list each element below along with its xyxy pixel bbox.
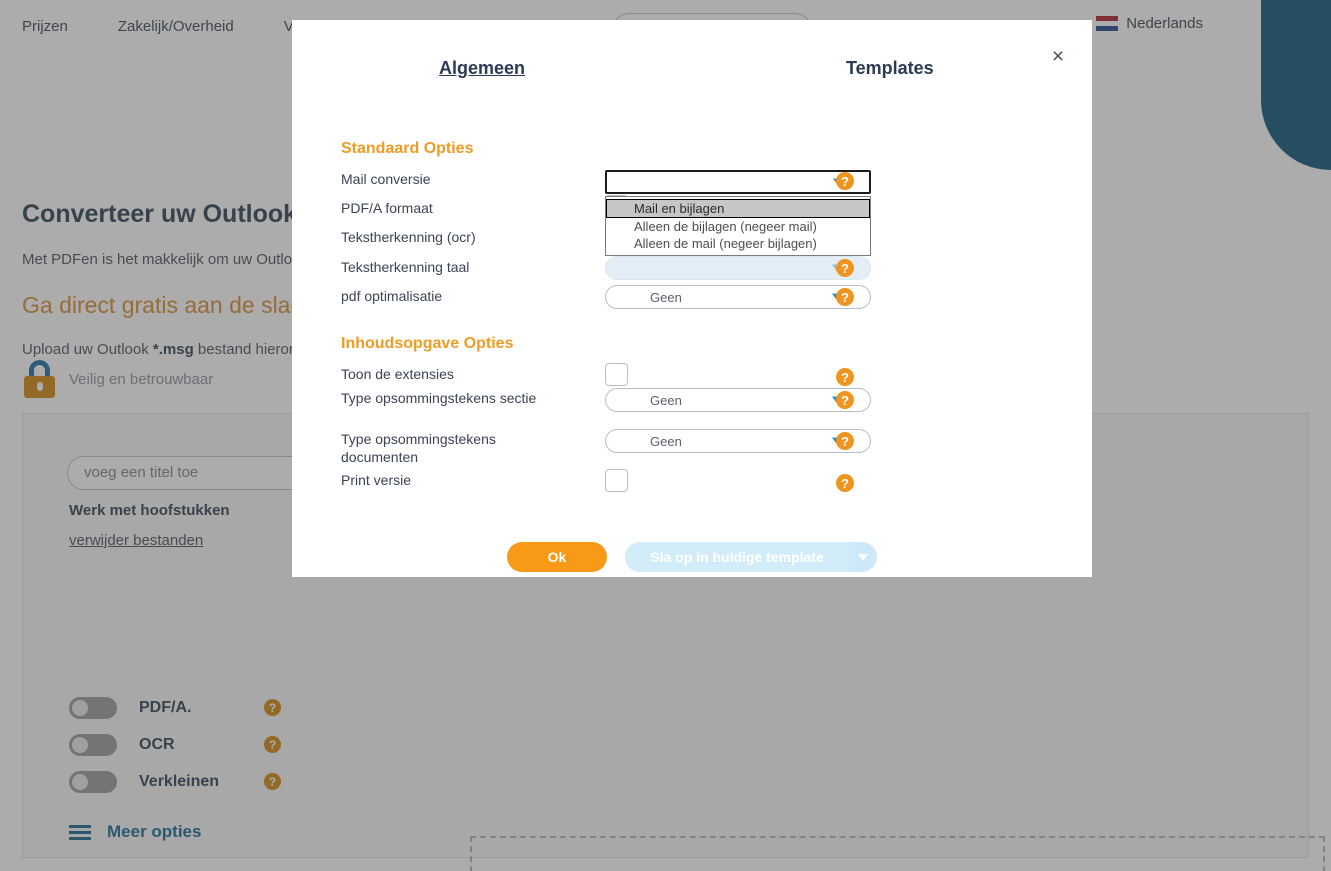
section-heading-inhoudsopgave-opties: Inhoudsopgave Opties — [341, 335, 514, 352]
label-mail-conversie: Mail conversie — [341, 171, 431, 187]
help-icon-mail-conversie[interactable]: ? — [836, 172, 854, 190]
control-opsommingstekens-sectie[interactable]: Geen — [605, 388, 871, 412]
help-icon-pdf-optimalisatie[interactable]: ? — [836, 288, 854, 306]
help-icon-opsommingstekens-sectie[interactable]: ? — [836, 391, 854, 409]
help-icon-opsommingstekens-documenten[interactable]: ? — [836, 432, 854, 450]
close-icon[interactable]: × — [1046, 44, 1070, 68]
label-opsommingstekens-documenten: Type opsommingstekens documenten — [341, 431, 496, 465]
control-print-versie[interactable] — [605, 469, 628, 492]
label-pdfa-formaat: PDF/A formaat — [341, 200, 433, 216]
tab-algemeen[interactable]: Algemeen — [439, 58, 525, 79]
settings-modal: × Algemeen Templates Standaard Opties Ma… — [292, 20, 1092, 577]
tab-templates[interactable]: Templates — [846, 58, 934, 79]
control-tekstherkenning-taal[interactable] — [605, 256, 871, 280]
control-opsommingstekens-documenten[interactable]: Geen — [605, 429, 871, 453]
label-tekstherkenning-taal: Tekstherkenning taal — [341, 259, 470, 275]
modal-footer-buttons: Ok Sla op in huidige template — [292, 542, 1092, 572]
save-template-button[interactable]: Sla op in huidige template — [625, 542, 849, 572]
help-icon-tekstherkenning-taal[interactable]: ? — [836, 259, 854, 277]
select-pdf-optimalisatie[interactable]: Geen — [605, 285, 871, 309]
label-toon-de-extensies: Toon de extensies — [341, 366, 454, 382]
save-template-dropdown-toggle[interactable] — [849, 542, 877, 572]
save-template-group[interactable]: Sla op in huidige template — [625, 542, 877, 572]
chevron-down-icon — [858, 553, 868, 561]
control-pdf-optimalisatie[interactable]: Geen — [605, 285, 871, 309]
select-option[interactable]: Alleen de bijlagen (negeer mail) — [606, 218, 870, 235]
select-opsommingstekens-sectie[interactable]: Geen — [605, 388, 871, 412]
select-mail-conversie[interactable] — [605, 170, 871, 194]
label-pdf-optimalisatie: pdf optimalisatie — [341, 288, 443, 304]
select-value: Geen — [650, 289, 682, 305]
label-opsommingstekens-sectie: Type opsommingstekens sectie — [341, 390, 537, 406]
checkbox-print-versie[interactable] — [605, 469, 628, 492]
label-print-versie: Print versie — [341, 472, 412, 488]
select-opsommingstekens-documenten[interactable]: Geen — [605, 429, 871, 453]
select-value: Geen — [650, 392, 682, 408]
ok-button[interactable]: Ok — [507, 542, 607, 572]
control-mail-conversie[interactable]: Mail en bijlagen Alleen de bijlagen (neg… — [605, 170, 871, 256]
section-heading-standaard-opties: Standaard Opties — [341, 140, 474, 157]
app-root: Prijzen Zakelijk/Overheid Ve Nederlands … — [0, 0, 1331, 871]
help-icon-print-versie[interactable]: ? — [836, 474, 854, 492]
select-option[interactable]: Alleen de mail (negeer bijlagen) — [606, 235, 870, 252]
help-icon-toon-de-extensies[interactable]: ? — [836, 368, 854, 386]
select-options-mail-conversie[interactable]: Mail en bijlagen Alleen de bijlagen (neg… — [605, 196, 871, 256]
select-tekstherkenning-taal[interactable] — [605, 256, 871, 280]
checkbox-toon-de-extensies[interactable] — [605, 363, 628, 386]
label-tekstherkenning-ocr: Tekstherkenning (ocr) — [341, 229, 476, 245]
select-value: Geen — [650, 433, 682, 449]
control-toon-de-extensies[interactable] — [605, 363, 628, 386]
select-option[interactable]: Mail en bijlagen — [606, 199, 870, 218]
